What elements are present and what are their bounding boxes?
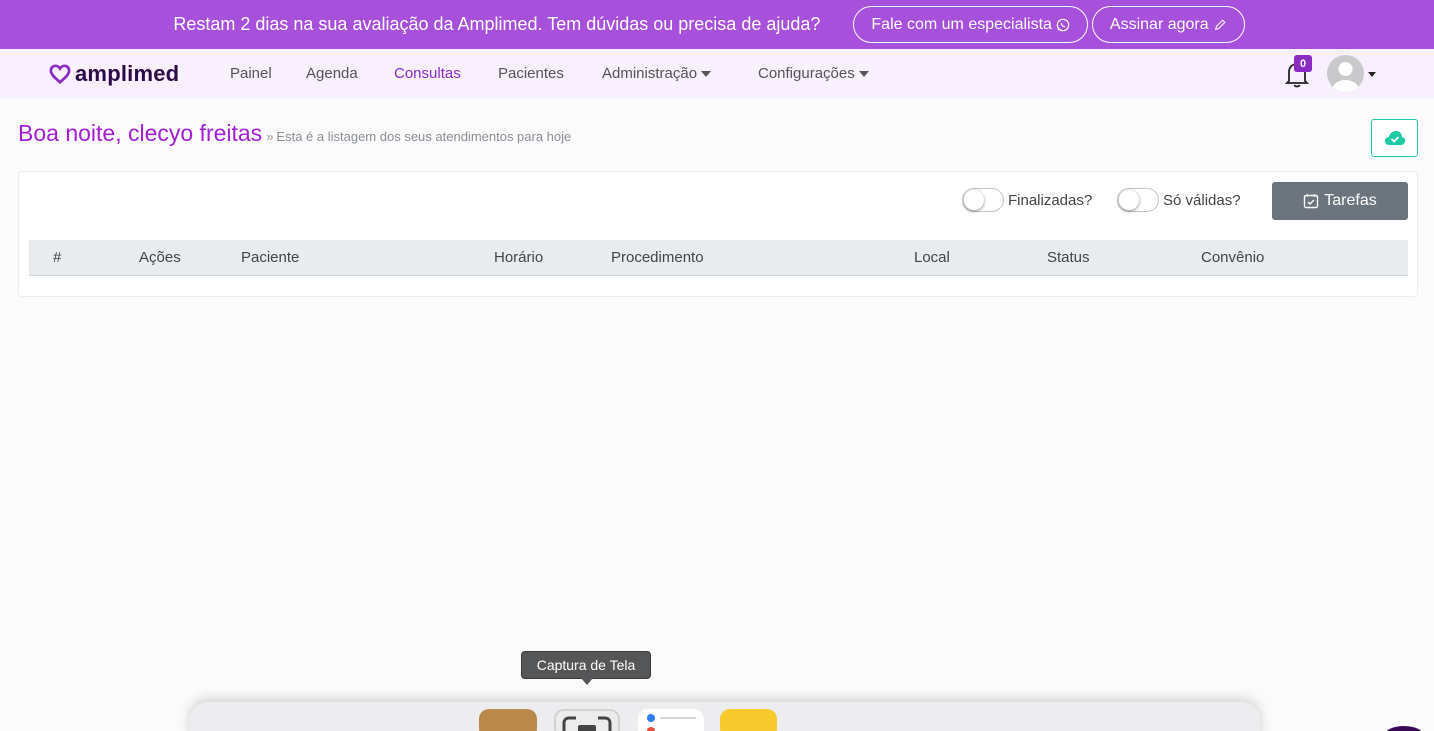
heart-logo-icon bbox=[49, 64, 71, 84]
nav-painel[interactable]: Painel bbox=[230, 65, 272, 82]
column-header-horario[interactable]: Horário bbox=[494, 249, 543, 266]
validas-label: Só válidas? bbox=[1163, 191, 1241, 209]
column-header-acoes[interactable]: Ações bbox=[139, 249, 181, 266]
validas-filter: Só válidas? bbox=[1117, 188, 1241, 212]
appointments-card: Finalizadas? Só válidas? Tarefas # Ações… bbox=[18, 171, 1418, 297]
table-header: # Ações Paciente Horário Procedimento Lo… bbox=[29, 240, 1408, 276]
finalizadas-filter: Finalizadas? bbox=[962, 188, 1092, 212]
page-title: Boa noite, clecyo freitas bbox=[18, 120, 263, 146]
calendar-check-icon bbox=[1304, 194, 1319, 209]
reminders-list-icon bbox=[647, 714, 696, 731]
nav-consultas-label: Consultas bbox=[394, 65, 461, 82]
nav-administracao[interactable]: Administração bbox=[602, 65, 712, 82]
column-header-local[interactable]: Local bbox=[914, 249, 950, 266]
trial-banner-text: Restam 2 dias na sua avaliação da Amplim… bbox=[173, 14, 821, 34]
user-avatar[interactable] bbox=[1327, 55, 1364, 92]
column-header-number[interactable]: # bbox=[53, 249, 61, 266]
user-silhouette-icon bbox=[1332, 62, 1359, 92]
dock-tooltip: Captura de Tela bbox=[521, 651, 651, 685]
reminders-app-icon[interactable] bbox=[638, 709, 704, 731]
nav-agenda[interactable]: Agenda bbox=[306, 65, 358, 82]
top-navbar: amplimed Painel Agenda Consultas Pacient… bbox=[0, 49, 1434, 98]
tarefas-button[interactable]: Tarefas bbox=[1272, 182, 1408, 220]
notification-count-badge: 0 bbox=[1294, 55, 1312, 72]
nav-painel-label: Painel bbox=[230, 65, 272, 82]
nav-configuracoes[interactable]: Configurações bbox=[758, 65, 869, 82]
camera-viewfinder-icon bbox=[562, 716, 612, 731]
amplimed-logo[interactable]: amplimed bbox=[49, 61, 179, 87]
page-subtitle: Esta é a listagem dos seus atendimentos … bbox=[276, 129, 572, 144]
chat-widget-button[interactable] bbox=[1384, 726, 1424, 731]
nav-agenda-label: Agenda bbox=[306, 65, 358, 82]
nav-administracao-label: Administração bbox=[602, 65, 698, 82]
talk-to-specialist-button[interactable]: Fale com um especialista bbox=[853, 6, 1088, 43]
subscribe-now-button[interactable]: Assinar agora bbox=[1091, 6, 1245, 43]
nav-configuracoes-label: Configurações bbox=[758, 65, 855, 82]
subscribe-now-label: Assinar agora bbox=[1109, 15, 1209, 33]
user-menu-caret-icon[interactable] bbox=[1368, 72, 1376, 77]
trial-banner: Restam 2 dias na sua avaliação da Amplim… bbox=[0, 0, 1434, 49]
cloud-check-icon bbox=[1384, 131, 1405, 145]
caret-down-icon bbox=[701, 70, 712, 77]
contacts-app-icon[interactable] bbox=[479, 709, 537, 731]
cloud-sync-button[interactable] bbox=[1371, 119, 1418, 157]
nav-pacientes[interactable]: Pacientes bbox=[498, 65, 564, 82]
whatsapp-icon bbox=[1056, 18, 1070, 31]
brand-name: amplimed bbox=[75, 61, 180, 86]
nav-consultas[interactable]: Consultas bbox=[394, 65, 461, 82]
column-header-status[interactable]: Status bbox=[1047, 249, 1090, 266]
nav-pacientes-label: Pacientes bbox=[498, 65, 564, 82]
page-header: Boa noite, clecyo freitas » Esta é a lis… bbox=[18, 120, 571, 147]
screenshot-app-icon[interactable] bbox=[554, 709, 620, 731]
caret-down-icon bbox=[858, 70, 869, 77]
column-header-procedimento[interactable]: Procedimento bbox=[611, 249, 704, 266]
finalizadas-toggle[interactable] bbox=[962, 188, 1004, 212]
talk-to-specialist-label: Fale com um especialista bbox=[871, 15, 1052, 33]
notes-app-icon[interactable] bbox=[720, 709, 777, 731]
pencil-icon bbox=[1214, 18, 1226, 30]
validas-toggle[interactable] bbox=[1117, 188, 1159, 212]
column-header-paciente[interactable]: Paciente bbox=[241, 249, 299, 266]
finalizadas-label: Finalizadas? bbox=[1008, 191, 1093, 209]
column-header-convenio[interactable]: Convênio bbox=[1201, 249, 1264, 266]
tarefas-label: Tarefas bbox=[1324, 192, 1377, 209]
double-chevron-right-icon: » bbox=[266, 129, 274, 144]
